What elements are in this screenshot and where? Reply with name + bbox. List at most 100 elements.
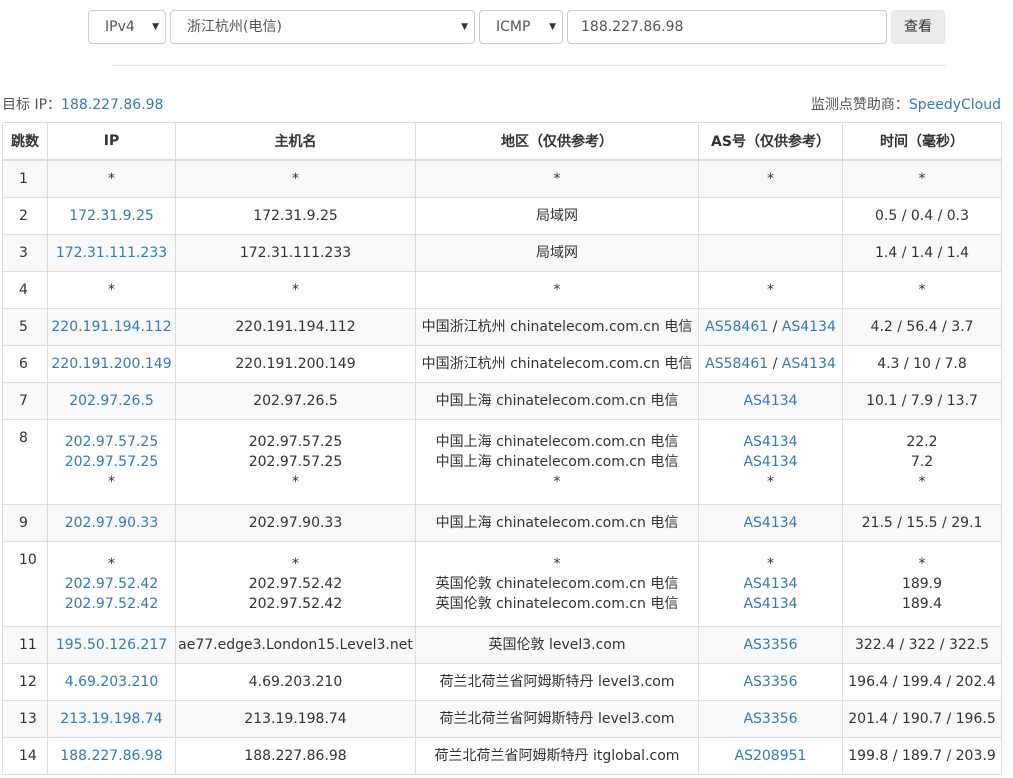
time-cell: * (842, 271, 1002, 309)
ip-link[interactable]: 213.19.198.74 (48, 709, 175, 729)
as-link[interactable]: AS3356 (743, 711, 797, 727)
table-row: 12 4.69.203.210 4.69.203.210 荷兰北荷兰省阿姆斯特丹 le… (2, 663, 1002, 701)
ip-link[interactable]: 188.227.86.98 (48, 746, 175, 766)
as-link[interactable]: AS4134 (743, 515, 797, 531)
view-button[interactable]: 查看 (891, 10, 945, 44)
hop-cell: 4 (2, 271, 48, 309)
ip-cell: 4.69.203.210 (47, 663, 176, 701)
ip-link[interactable]: 202.97.57.25 (48, 432, 175, 452)
table-row: 14 188.227.86.98 188.227.86.98 荷兰北荷兰省阿姆斯特丹 … (2, 737, 1002, 775)
ip-link[interactable]: 202.97.57.25 (48, 452, 175, 472)
ip-link[interactable]: 4.69.203.210 (48, 672, 175, 692)
header-hop: 跳数 (2, 122, 48, 161)
as-link[interactable]: AS58461 (705, 356, 768, 372)
region-value: * (553, 474, 561, 490)
ip-cell: 220.191.194.112 (47, 308, 176, 346)
as-value: AS4134 (699, 574, 842, 594)
ip-link[interactable]: 202.97.90.33 (48, 513, 175, 533)
traceroute-table: 跳数 IP 主机名 地区（仅供参考） AS号（仅供参考） 时间（毫秒） 1 * * *… (2, 122, 1002, 775)
target-ip-link[interactable]: 188.227.86.98 (61, 97, 163, 113)
as-cell: AS208951 (698, 737, 843, 775)
hop-cell: 10 (2, 541, 48, 627)
as-cell (698, 234, 843, 272)
table-row: 8 202.97.57.25 202.97.57.25 * 202.97.57.25 20… (2, 419, 1002, 505)
as-link[interactable]: AS208951 (735, 748, 807, 764)
table-row: 3 172.31.111.233 172.31.111.233 局域网 1.4 / 1… (2, 234, 1002, 272)
region-value: * (553, 556, 561, 572)
as-link[interactable]: AS4134 (743, 434, 797, 450)
host-cell: 220.191.194.112 (175, 308, 416, 346)
ip-value: * (108, 556, 115, 572)
time-value: 201.4 / 190.7 / 196.5 (848, 711, 996, 727)
ip-link[interactable]: 220.191.200.149 (48, 354, 175, 374)
time-cell: 201.4 / 190.7 / 196.5 (842, 700, 1002, 738)
target-label: 目标 IP： (2, 97, 62, 113)
time-value: 189.4 (901, 596, 943, 612)
table-row: 1 * * * * * (2, 159, 1002, 198)
ip-version-select[interactable]: IPv4 ▼ (88, 10, 166, 44)
time-cell: * 189.9 189.4 (842, 541, 1002, 627)
time-value: 21.5 / 15.5 / 29.1 (861, 515, 983, 531)
host-value: 172.31.9.25 (253, 208, 338, 224)
table-row: 10 * 202.97.52.42 202.97.52.42 * 202.97.52.42… (2, 541, 1002, 627)
host-cell: * (175, 271, 416, 309)
as-link[interactable]: AS4134 (743, 454, 797, 470)
time-value: * (918, 171, 926, 187)
as-cell: * AS4134 AS4134 (698, 541, 843, 627)
as-cell: AS4134 (698, 504, 843, 542)
host-value: ae77.edge3.London15.Level3.net (178, 637, 413, 653)
ip-link[interactable]: 220.191.194.112 (48, 317, 175, 337)
ip-link[interactable]: 195.50.126.217 (48, 635, 175, 655)
ip-link[interactable]: 172.31.9.25 (48, 206, 175, 226)
as-link[interactable]: AS4134 (743, 576, 797, 592)
as-link[interactable]: AS4134 (743, 393, 797, 409)
divider (113, 65, 946, 66)
host-cell: 202.97.26.5 (175, 382, 416, 420)
node-select[interactable]: 浙江杭州(电信) ▼ (170, 10, 475, 44)
ip-cell: 213.19.198.74 (47, 700, 176, 738)
time-cell: 1.4 / 1.4 / 1.4 (842, 234, 1002, 272)
table-row: 2 172.31.9.25 172.31.9.25 局域网 0.5 / 0.4 / 0… (2, 197, 1002, 235)
time-value: 196.4 / 199.4 / 202.4 (848, 674, 996, 690)
host-value: 172.31.111.233 (239, 245, 352, 261)
host-cell: 213.19.198.74 (175, 700, 416, 738)
as-value (699, 206, 842, 226)
region-value: 中国浙江杭州 chinatelecom.com.cn 电信 (421, 356, 693, 372)
table-header-row: 跳数 IP 主机名 地区（仅供参考） AS号（仅供参考） 时间（毫秒） (2, 122, 1002, 161)
as-value: * (767, 474, 774, 490)
hop-cell: 6 (2, 345, 48, 383)
region-value: 中国上海 chinatelecom.com.cn 电信 (435, 454, 679, 470)
host-cell: 4.69.203.210 (175, 663, 416, 701)
region-cell: 荷兰北荷兰省阿姆斯特丹 level3.com (415, 700, 699, 738)
ip-link[interactable]: 172.31.111.233 (48, 243, 175, 263)
as-value: AS4134 (699, 452, 842, 472)
ip-link[interactable]: 202.97.52.42 (48, 574, 175, 594)
sponsor-info: 监测点赞助商：SpeedyCloud (811, 94, 1001, 114)
target-input[interactable]: 188.227.86.98 (567, 10, 887, 44)
header-as: AS号（仅供参考） (698, 122, 843, 161)
ip-link[interactable]: 202.97.52.42 (48, 594, 175, 614)
as-cell: AS3356 (698, 700, 843, 738)
as-link[interactable]: AS3356 (743, 637, 797, 653)
hop-cell: 9 (2, 504, 48, 542)
host-value: 202.97.26.5 (253, 393, 338, 409)
region-cell: 局域网 (415, 234, 699, 272)
as-link[interactable]: AS58461 (705, 319, 768, 335)
time-value: 22.2 (906, 434, 938, 450)
hop-cell: 12 (2, 663, 48, 701)
as-link[interactable]: AS3356 (743, 674, 797, 690)
as-value: AS3356 (699, 709, 842, 729)
dropdown-caret-icon: ▼ (549, 22, 556, 32)
ip-value: * (108, 171, 115, 187)
ip-cell: 172.31.111.233 (47, 234, 176, 272)
sponsor-link[interactable]: SpeedyCloud (909, 97, 1001, 113)
dropdown-caret-icon: ▼ (461, 22, 468, 32)
protocol-select[interactable]: ICMP ▼ (479, 10, 563, 44)
region-value: 中国上海 chinatelecom.com.cn 电信 (435, 434, 679, 450)
time-value: * (918, 282, 926, 298)
as-link[interactable]: AS4134 (743, 596, 797, 612)
as-link[interactable]: AS4134 (782, 319, 836, 335)
ip-link[interactable]: 202.97.26.5 (48, 391, 175, 411)
region-cell: 中国浙江杭州 chinatelecom.com.cn 电信 (415, 308, 699, 346)
as-link[interactable]: AS4134 (782, 356, 836, 372)
